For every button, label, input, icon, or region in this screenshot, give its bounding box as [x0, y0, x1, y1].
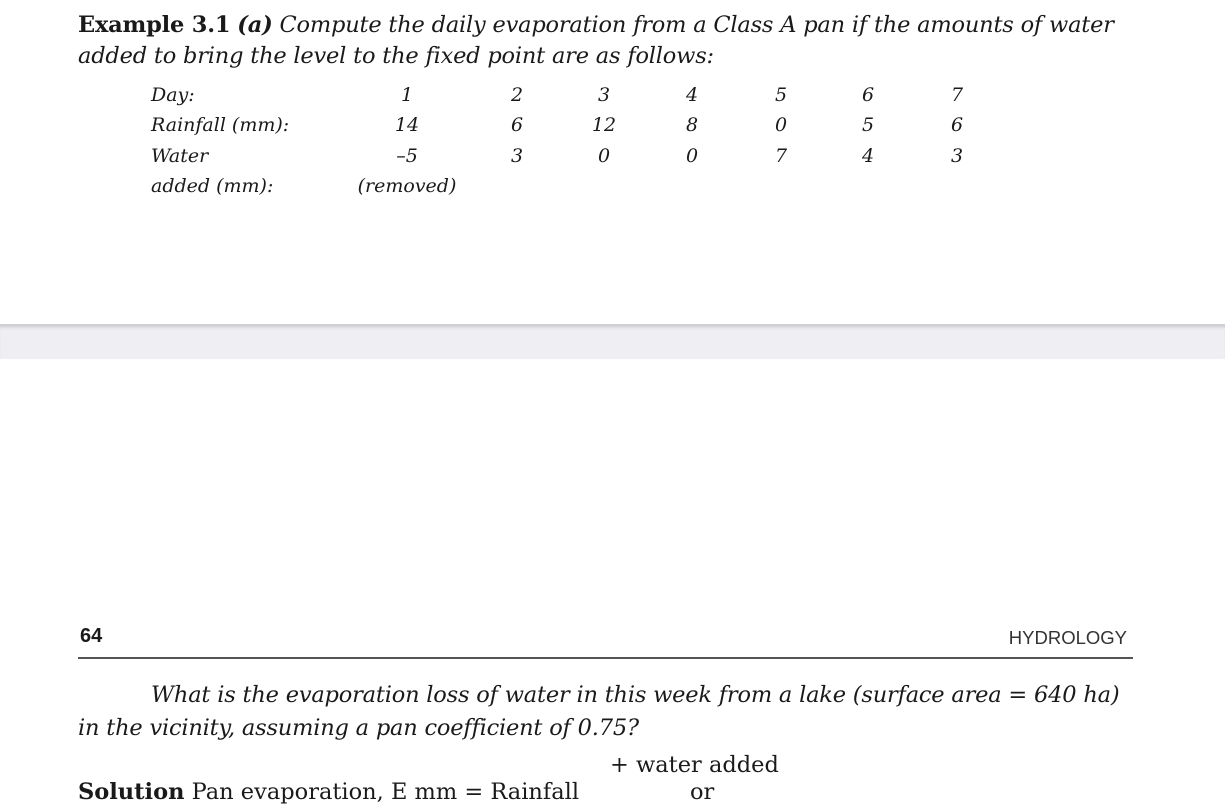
- rainfall-cell: 6: [510, 114, 524, 136]
- rainfall-cell: 5: [861, 114, 875, 136]
- water-added-cell: 3: [510, 145, 524, 167]
- day-cell: 2: [510, 84, 524, 106]
- day-cell: 3: [597, 84, 611, 106]
- rainfall-cell: 14: [394, 114, 420, 136]
- water-added-cell: 4: [861, 145, 875, 167]
- book-title: HYDROLOGY: [1008, 627, 1127, 648]
- row-label-rainfall: Rainfall (mm):: [151, 114, 290, 136]
- page-number: 64: [80, 625, 103, 647]
- page-separator: [0, 324, 1225, 359]
- question-text: What is the evaporation loss of water in…: [78, 679, 1138, 745]
- question-body: What is the evaporation loss of water in…: [78, 682, 1120, 741]
- rainfall-cell: 0: [774, 114, 788, 136]
- solution-or: or: [690, 779, 715, 805]
- example-label: Example 3.1: [78, 12, 231, 38]
- solution-label: Solution: [78, 779, 185, 805]
- solution-text: Pan evaporation, E mm = Rainfall: [191, 779, 580, 805]
- example-text: Compute the daily evaporation from a Cla…: [78, 12, 1114, 69]
- day-cell: 5: [774, 84, 788, 106]
- water-added-cell: –5: [396, 145, 418, 167]
- rainfall-cell: 6: [950, 114, 964, 136]
- example-problem: Example 3.1 (a) Compute the daily evapor…: [78, 10, 1138, 72]
- water-added-cell: 0: [597, 145, 611, 167]
- water-added-cell: 7: [774, 145, 788, 167]
- row-label-water: Water: [151, 145, 209, 167]
- formula-fragment: + water added: [610, 752, 779, 778]
- day-cell: 6: [861, 84, 875, 106]
- day-cell: 7: [950, 84, 964, 106]
- rainfall-cell: 12: [591, 114, 617, 136]
- day-cell: 1: [400, 84, 414, 106]
- day-cell: 4: [685, 84, 699, 106]
- running-head: 64 HYDROLOGY: [78, 623, 1133, 659]
- rainfall-cell: 8: [685, 114, 699, 136]
- row-label-added: added (mm):: [151, 175, 274, 197]
- water-added-cell: 0: [685, 145, 699, 167]
- water-added-cell: 3: [950, 145, 964, 167]
- removed-note: (removed): [357, 175, 457, 197]
- example-part: (a): [237, 12, 273, 38]
- row-label-day: Day:: [151, 84, 195, 106]
- solution-line: Solution Pan evaporation, E mm = Rainfal…: [78, 779, 714, 805]
- page-top: Example 3.1 (a) Compute the daily evapor…: [0, 0, 1225, 324]
